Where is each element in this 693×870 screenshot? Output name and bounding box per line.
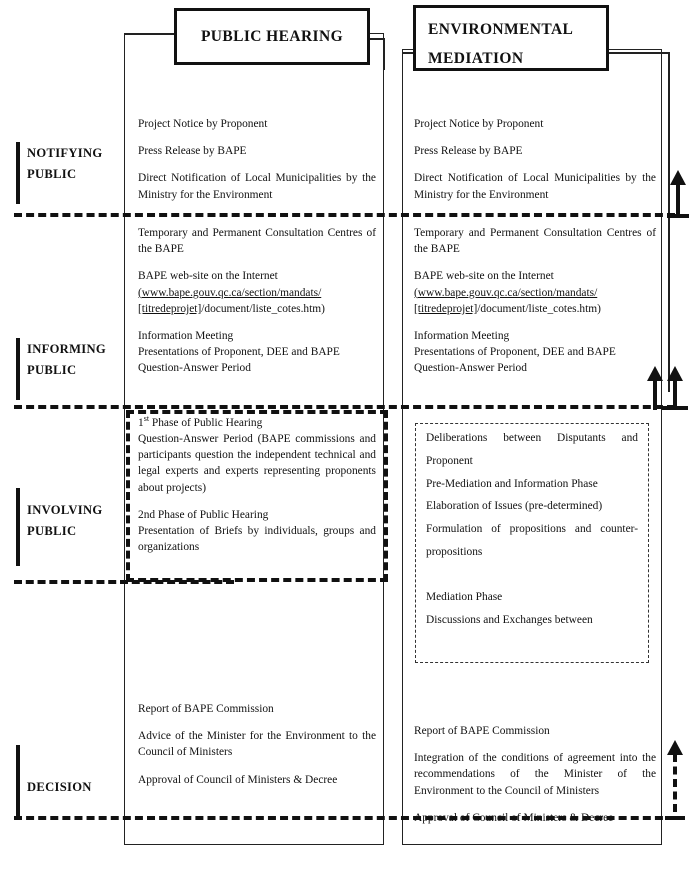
arrow-up-informing-inner — [645, 366, 665, 410]
arrowhead-icon — [670, 170, 686, 185]
ph-informing-item-4: Information Meeting — [138, 329, 234, 342]
ph-informing-item-0: Temporary and Permanent Consultation Cen… — [138, 227, 376, 256]
arrow-up-decision — [665, 740, 685, 820]
connector-em-outer-right-vertical — [668, 52, 670, 392]
arrow-foot — [662, 406, 688, 410]
arrow-up-informing-outer — [662, 366, 688, 410]
bracket-informing — [16, 338, 20, 400]
stage-label-informing: INFORMING PUBLIC — [27, 342, 106, 377]
ph-notifying-item-0: Project Notice by Proponent — [138, 118, 268, 130]
arrow-up-notifying — [667, 170, 689, 218]
bracket-involving — [16, 488, 20, 566]
stage-label-notifying: NOTIFYING PUBLIC — [27, 146, 103, 181]
stage-label-decision: DECISION — [27, 780, 92, 794]
em-notifying-item-1: Press Release by BAPE — [414, 145, 523, 158]
header-label-environmental-mediation-line1: ENVIRONMENTAL — [428, 21, 574, 38]
em-informing-block: Temporary and Permanent Consultation Cen… — [414, 225, 656, 377]
arrow-foot — [667, 214, 689, 218]
header-box-environmental-mediation: ENVIRONMENTAL MEDIATION — [413, 5, 609, 71]
ph-notifying-item-1: Press Release by BAPE — [138, 145, 247, 158]
em-decision-item-1: Integration of the conditions of agreeme… — [414, 752, 656, 797]
bracket-notifying — [16, 142, 20, 204]
em-informing-item-0: Temporary and Permanent Consultation Cen… — [414, 227, 656, 256]
arrowhead-icon — [647, 366, 663, 381]
arrowhead-icon — [667, 366, 683, 381]
arrow-foot — [665, 816, 685, 820]
ph-informing-block: Temporary and Permanent Consultation Cen… — [138, 225, 376, 377]
involving-public-dashed-box — [126, 410, 388, 582]
ph-informing-url-line1[interactable]: (www.bape.gouv.qc.ca/section/mandats/ — [138, 285, 376, 301]
em-informing-item-6: Question-Answer Period — [414, 362, 527, 375]
em-decision-block: Report of BAPE Commission Integration of… — [414, 723, 656, 826]
ph-informing-item-6: Question-Answer Period — [138, 362, 251, 375]
header-label-environmental-mediation-line2: MEDIATION — [428, 49, 524, 67]
ph-informing-url-line2[interactable]: [titredeprojet]/document/liste_cotes.htm… — [138, 301, 376, 317]
ph-notifying-item-2: Direct Notification of Local Municipalit… — [138, 172, 376, 201]
ph-informing-item-1: BAPE web-site on the Internet — [138, 270, 278, 283]
ph-decision-block: Report of BAPE Commission Advice of the … — [138, 701, 376, 788]
arrowhead-icon — [667, 740, 683, 755]
mediation-dotted-box — [415, 423, 649, 663]
em-notifying-item-0: Project Notice by Proponent — [414, 118, 544, 130]
stage-label-involving: INVOLVING PUBLIC — [27, 503, 103, 538]
arrow-shaft — [653, 380, 657, 410]
separator-informing-involving — [14, 405, 675, 409]
ph-decision-item-2: Approval of Council of Ministers & Decre… — [138, 773, 338, 786]
header-box-public-hearing: PUBLIC HEARING — [174, 8, 370, 65]
em-notifying-block: Project Notice by Proponent Press Releas… — [414, 116, 656, 203]
arrow-shaft-dashed — [673, 754, 677, 812]
em-informing-item-1: BAPE web-site on the Internet — [414, 270, 554, 283]
separator-involving-decision — [14, 580, 234, 584]
arrow-shaft — [676, 184, 680, 214]
separator-decision-bottom — [14, 816, 675, 820]
bracket-decision — [16, 745, 20, 817]
em-informing-item-4: Information Meeting — [414, 329, 510, 342]
ph-informing-item-5: Presentations of Proponent, DEE and BAPE — [138, 346, 340, 359]
header-label-public-hearing: PUBLIC HEARING — [200, 27, 344, 45]
ph-decision-item-0: Report of BAPE Commission — [138, 703, 274, 715]
em-notifying-item-2: Direct Notification of Local Municipalit… — [414, 172, 656, 201]
separator-notifying-informing — [14, 213, 675, 217]
em-informing-url-line2[interactable]: [titredeprojet]/document/liste_cotes.htm… — [414, 301, 656, 317]
em-decision-item-0: Report of BAPE Commission — [414, 725, 550, 737]
ph-notifying-block: Project Notice by Proponent Press Releas… — [138, 116, 376, 203]
em-informing-item-5: Presentations of Proponent, DEE and BAPE — [414, 346, 616, 359]
ph-decision-item-1: Advice of the Minister for the Environme… — [138, 730, 376, 759]
em-informing-url-line1[interactable]: (www.bape.gouv.qc.ca/section/mandats/ — [414, 285, 656, 301]
flowchart-page: { "diagram": { "title_boxes": { "public_… — [0, 0, 693, 870]
